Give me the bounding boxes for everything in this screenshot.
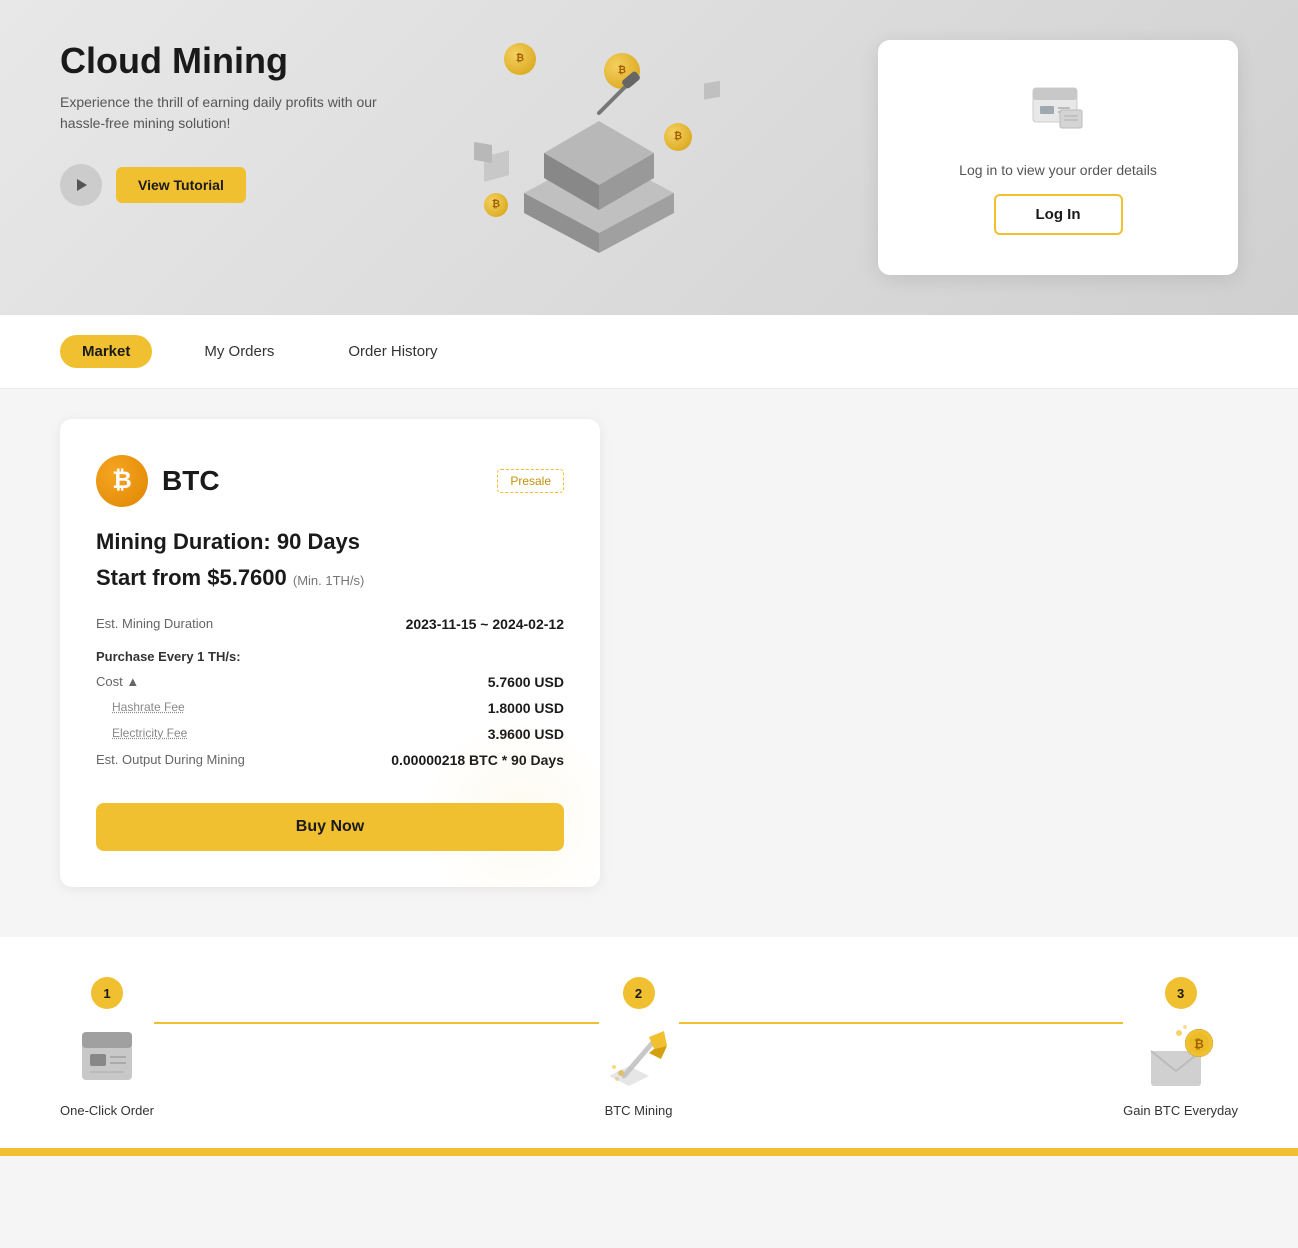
coin-name: BTC — [162, 465, 220, 497]
est-output-value: 0.00000218 BTC * 90 Days — [313, 747, 564, 773]
hero-actions: View Tutorial — [60, 164, 410, 206]
tab-my-orders[interactable]: My Orders — [182, 335, 296, 368]
step-2-label: BTC Mining — [605, 1103, 673, 1118]
cost-label: Cost ▲ — [96, 669, 313, 695]
card-header-left: ₿ BTC — [96, 455, 220, 507]
step-3-group: 3 ₿ Gain BTC Everyday — [1123, 977, 1238, 1118]
step-2-group: 2 BTC Mining — [599, 977, 679, 1118]
nav-bar: Market My Orders Order History — [0, 315, 1298, 389]
login-button[interactable]: Log In — [994, 194, 1123, 235]
login-card-text: Log in to view your order details — [959, 162, 1157, 178]
details-table: Est. Mining Duration 2023-11-15 ~ 2024-0… — [96, 611, 564, 773]
hero-subtitle: Experience the thrill of earning daily p… — [60, 92, 410, 134]
play-button[interactable] — [60, 164, 102, 206]
mining-card: ₿ BTC Presale Mining Duration: 90 Days S… — [60, 419, 600, 887]
min-label: (Min. 1TH/s) — [293, 573, 365, 588]
table-row: Purchase Every 1 TH/s: — [96, 637, 564, 669]
mining-rig-svg — [424, 33, 774, 253]
mining-icon — [599, 1021, 679, 1091]
table-row: Est. Output During Mining 0.00000218 BTC… — [96, 747, 564, 773]
table-row: Cost ▲ 5.7600 USD — [96, 669, 564, 695]
presale-badge: Presale — [497, 469, 564, 493]
login-card: Log in to view your order details Log In — [878, 40, 1238, 275]
step-connector-2 — [679, 1022, 1124, 1024]
step-2-icon — [599, 1021, 679, 1091]
table-row: Hashrate Fee 1.8000 USD — [96, 695, 564, 721]
steps-section: 1 One-Click Order 2 — [0, 937, 1298, 1148]
start-price: Start from $5.7600 (Min. 1TH/s) — [96, 565, 564, 591]
buy-now-button[interactable]: Buy Now — [96, 803, 564, 851]
step-1-icon — [67, 1021, 147, 1091]
purchase-label: Purchase Every 1 TH/s: — [96, 637, 564, 669]
card-header: ₿ BTC Presale — [96, 455, 564, 507]
step-2-top: 2 — [623, 977, 655, 1009]
main-content: ₿ BTC Presale Mining Duration: 90 Days S… — [0, 389, 1298, 917]
step-connector-1 — [154, 1022, 599, 1024]
electricity-fee-value: 3.9600 USD — [313, 721, 564, 747]
hero-section: Cloud Mining Experience the thrill of ea… — [0, 0, 1298, 315]
tutorial-button[interactable]: View Tutorial — [116, 167, 246, 203]
steps-row: 1 One-Click Order 2 — [60, 977, 1238, 1118]
start-price-value: Start from $5.7600 — [96, 565, 287, 590]
svg-text:₿: ₿ — [1194, 1037, 1204, 1051]
hashrate-fee-label: Hashrate Fee — [96, 695, 313, 721]
bottom-bar — [0, 1148, 1298, 1156]
hashrate-fee-value: 1.8000 USD — [313, 695, 564, 721]
electricity-fee-label: Electricity Fee — [96, 721, 313, 747]
step-2-circle: 2 — [623, 977, 655, 1009]
step-3-label: Gain BTC Everyday — [1123, 1103, 1238, 1118]
step-1-circle: 1 — [91, 977, 123, 1009]
hero-title: Cloud Mining — [60, 40, 410, 82]
cost-value: 5.7600 USD — [313, 669, 564, 695]
step-3-icon: ₿ — [1141, 1021, 1221, 1091]
mining-duration: Mining Duration: 90 Days — [96, 529, 564, 555]
table-row: Electricity Fee 3.9600 USD — [96, 721, 564, 747]
order-icon — [72, 1024, 142, 1089]
step-1-group: 1 One-Click Order — [60, 977, 154, 1118]
btc-logo: ₿ — [96, 455, 148, 507]
hero-left: Cloud Mining Experience the thrill of ea… — [60, 40, 410, 206]
tab-order-history[interactable]: Order History — [326, 335, 459, 368]
order-details-icon — [1028, 80, 1088, 140]
isometric-scene: ₿ ₿ ₿ ₿ — [424, 33, 774, 283]
table-row: Est. Mining Duration 2023-11-15 ~ 2024-0… — [96, 611, 564, 637]
est-duration-value: 2023-11-15 ~ 2024-02-12 — [313, 611, 564, 637]
gain-icon: ₿ — [1141, 1021, 1221, 1091]
step-3-circle: 3 — [1165, 977, 1197, 1009]
tab-market[interactable]: Market — [60, 335, 152, 368]
est-output-label: Est. Output During Mining — [96, 747, 313, 773]
step-1-top: 1 — [91, 977, 123, 1009]
step-3-top: 3 — [1165, 977, 1197, 1009]
est-duration-label: Est. Mining Duration — [96, 611, 313, 637]
step-1-label: One-Click Order — [60, 1103, 154, 1118]
